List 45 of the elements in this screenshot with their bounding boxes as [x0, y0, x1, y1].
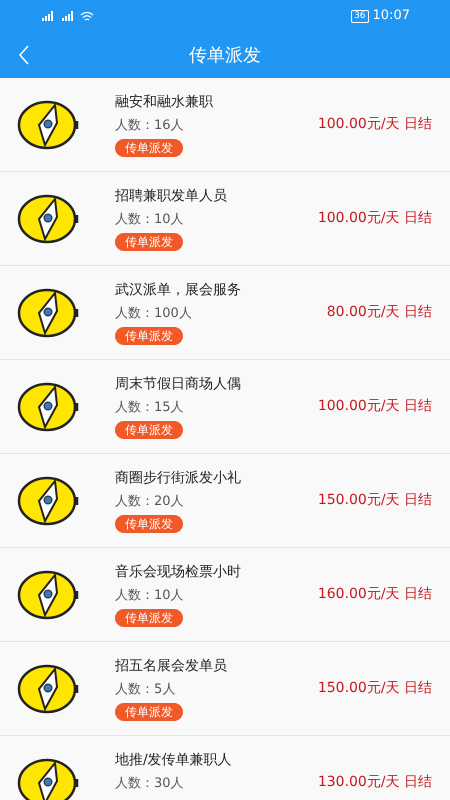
- battery-icon: 36: [351, 10, 369, 22]
- category-tag: 传单派发: [115, 138, 183, 157]
- signal-icon: [40, 11, 56, 21]
- category-tag: 传单派发: [115, 420, 183, 439]
- wifi-icon: [80, 10, 94, 22]
- pay-text: 130.00元/天 日结: [318, 773, 432, 792]
- headcount-text: 人数：10人: [115, 211, 185, 230]
- compass-logo-icon: [17, 756, 79, 800]
- signal-icon: [60, 11, 76, 21]
- headcount-text: 人数：15人: [115, 399, 185, 418]
- job-title: 地推/发传单兼职人: [115, 751, 232, 770]
- job-title: 商圈步行街派发小礼: [115, 469, 241, 488]
- pay-text: 100.00元/天 日结: [318, 209, 432, 228]
- headcount-text: 人数：5人: [115, 681, 176, 700]
- page-title: 传单派发: [189, 44, 261, 68]
- category-tag: 传单派发: [115, 326, 183, 345]
- compass-logo-icon: [17, 380, 79, 432]
- headcount-text: 人数：20人: [115, 493, 185, 512]
- pay-text: 80.00元/天 日结: [326, 303, 432, 322]
- pay-text: 150.00元/天 日结: [318, 679, 432, 698]
- job-title: 融安和融水兼职: [115, 93, 213, 112]
- headcount-text: 人数：16人: [115, 117, 185, 136]
- pay-text: 160.00元/天 日结: [318, 585, 432, 604]
- compass-logo-icon: [17, 662, 79, 714]
- job-title: 招聘兼职发单人员: [115, 187, 227, 206]
- pay-text: 100.00元/天 日结: [318, 397, 432, 416]
- compass-logo-icon: [17, 192, 79, 244]
- job-title: 周末节假日商场人偶: [115, 375, 241, 394]
- job-title: 招五名展会发单员: [115, 657, 227, 676]
- job-title: 武汉派单，展会服务: [115, 281, 241, 300]
- job-title: 音乐会现场检票小时: [115, 563, 241, 582]
- clock-time: 10:07: [372, 7, 410, 26]
- headcount-text: 人数：100人: [115, 305, 193, 324]
- pay-text: 100.00元/天 日结: [318, 115, 432, 134]
- compass-logo-icon: [17, 286, 79, 338]
- headcount-text: 人数：30人: [115, 775, 185, 794]
- category-tag: 传单派发: [115, 232, 183, 251]
- headcount-text: 人数：10人: [115, 587, 185, 606]
- compass-logo-icon: [17, 474, 79, 526]
- pay-text: 150.00元/天 日结: [318, 491, 432, 510]
- category-tag: 传单派发: [115, 514, 183, 533]
- category-tag: 传单派发: [115, 608, 183, 627]
- compass-logo-icon: [17, 568, 79, 620]
- compass-logo-icon: [17, 98, 79, 150]
- category-tag: 传单派发: [115, 702, 183, 721]
